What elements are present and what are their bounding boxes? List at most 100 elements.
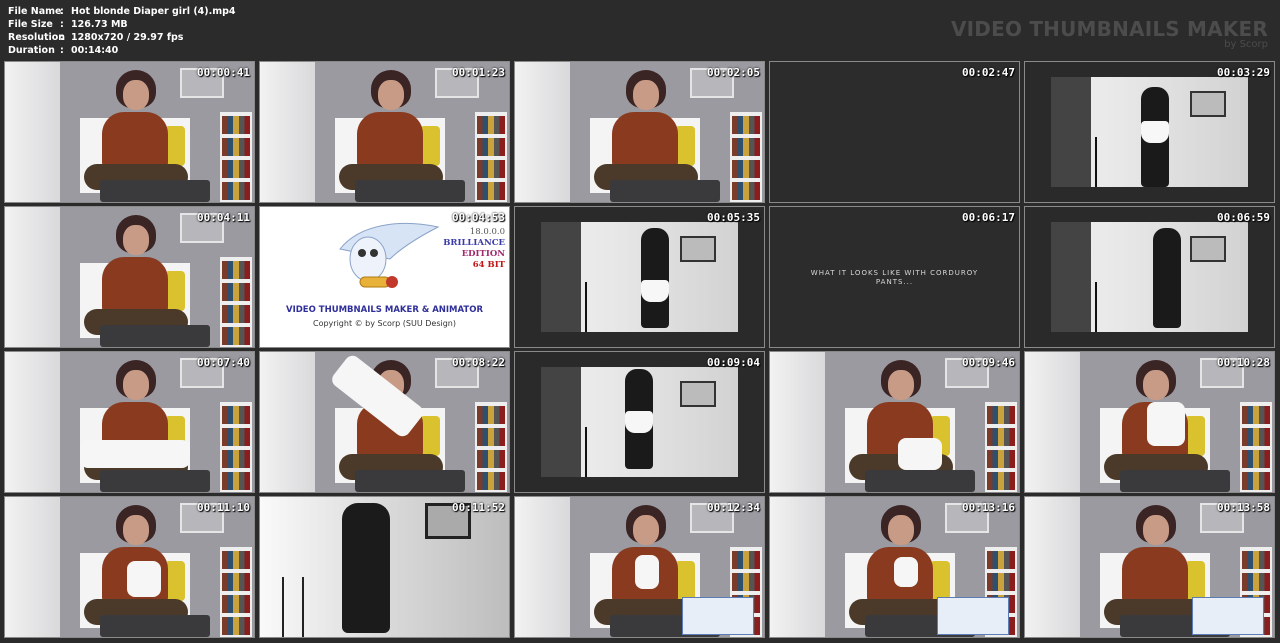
thumbnail[interactable]: 00:02:05: [514, 61, 765, 203]
edition-line-2: EDITION: [461, 249, 505, 259]
timestamp: 00:07:40: [197, 356, 250, 369]
thumbnail[interactable]: 00:13:16: [769, 496, 1020, 638]
video-frame: [1025, 62, 1274, 202]
thumbnail[interactable]: 00:00:41: [4, 61, 255, 203]
video-frame: [770, 497, 1019, 637]
laptop: [1120, 470, 1230, 492]
video-frame: [770, 62, 1019, 202]
thumbnail[interactable]: WHAT IT LOOKS LIKE WITH CORDUROY PANTS...…: [769, 206, 1020, 348]
video-frame: [260, 352, 509, 492]
caption-line-1: WHAT IT LOOKS LIKE WITH CORDUROY: [810, 269, 979, 277]
timestamp: 00:04:11: [197, 211, 250, 224]
diaper-package: [937, 597, 1009, 635]
video-frame: WHAT IT LOOKS LIKE WITH CORDUROY PANTS...: [770, 207, 1019, 347]
timestamp: 00:06:17: [962, 211, 1015, 224]
thumbnail[interactable]: 00:09:04: [514, 351, 765, 493]
thumbnail[interactable]: 00:11:52: [259, 496, 510, 638]
watermark-frame: 18.0.0.0 BRILLIANCE EDITION 64 BIT VIDEO THU…: [260, 207, 509, 347]
video-frame: [515, 62, 764, 202]
product-name: VIDEO THUMBNAILS MAKER & ANIMATOR: [286, 305, 483, 315]
timestamp: 00:01:23: [452, 66, 505, 79]
thumbnail[interactable]: 00:03:29: [1024, 61, 1275, 203]
thumbnail[interactable]: 00:01:23: [259, 61, 510, 203]
copyright-text: Copyright © by Scorp (SUU Design): [312, 319, 456, 328]
timestamp: 00:03:29: [1217, 66, 1270, 79]
diaper-package: [1192, 597, 1264, 635]
video-frame: [515, 497, 764, 637]
thumbnail[interactable]: 00:10:28: [1024, 351, 1275, 493]
edition-line-1: BRILLIANCE: [443, 238, 505, 248]
thumbnail[interactable]: 00:04:11: [4, 206, 255, 348]
resolution-value: 1280x720 / 29.97 fps: [71, 32, 184, 43]
thumbnail[interactable]: 00:05:35: [514, 206, 765, 348]
timestamp: 00:05:35: [707, 211, 760, 224]
duration-row: Duration : 00:14:40: [8, 44, 236, 57]
video-frame: [5, 207, 254, 347]
video-frame: [260, 62, 509, 202]
file-size-sep: :: [60, 19, 64, 30]
laptop: [355, 470, 465, 492]
timestamp: 00:08:22: [452, 356, 505, 369]
brand-watermark: VIDEO THUMBNAILS MAKER by Scorp: [951, 17, 1268, 50]
video-frame: [5, 497, 254, 637]
owl-logo-icon: [339, 222, 440, 288]
brand-title: VIDEO THUMBNAILS MAKER: [950, 17, 1268, 41]
timestamp: 00:11:52: [452, 501, 505, 514]
thumbnail[interactable]: 00:09:46: [769, 351, 1020, 493]
video-frame: [1025, 207, 1274, 347]
file-name-row: File Name : Hot blonde Diaper girl (4).m…: [8, 5, 236, 18]
video-frame: [515, 207, 764, 347]
info-header: File Name : Hot blonde Diaper girl (4).m…: [0, 0, 1280, 60]
laptop: [865, 470, 975, 492]
laptop: [610, 180, 720, 202]
thumbnail[interactable]: 00:12:34: [514, 496, 765, 638]
duration-key: Duration: [8, 45, 55, 56]
thumbnail[interactable]: 18.0.0.0 BRILLIANCE EDITION 64 BIT VIDEO THU…: [259, 206, 510, 348]
duration-sep: :: [60, 45, 64, 56]
laptop: [100, 470, 210, 492]
duration-value: 00:14:40: [71, 45, 119, 56]
timestamp: 00:00:41: [197, 66, 250, 79]
timestamp: 00:13:16: [962, 501, 1015, 514]
file-info: File Name : Hot blonde Diaper girl (4).m…: [8, 5, 236, 57]
video-frame: [5, 352, 254, 492]
video-frame: [1025, 497, 1274, 637]
timestamp: 00:06:59: [1217, 211, 1270, 224]
video-frame: [515, 352, 764, 492]
timestamp: 00:11:10: [197, 501, 250, 514]
video-frame: [770, 352, 1019, 492]
caption-line-2: PANTS...: [875, 278, 914, 286]
laptop: [100, 325, 210, 347]
laptop: [100, 180, 210, 202]
thumbnail[interactable]: 00:08:22: [259, 351, 510, 493]
timestamp: 00:04:53: [452, 211, 505, 224]
laptop: [100, 615, 210, 637]
timestamp: 00:09:04: [707, 356, 760, 369]
thumbnail[interactable]: 00:11:10: [4, 496, 255, 638]
video-frame: [260, 497, 509, 637]
file-size-key: File Size: [8, 19, 53, 30]
timestamp: 00:12:34: [707, 501, 760, 514]
thumbnail[interactable]: 00:07:40: [4, 351, 255, 493]
thumbnail-grid: 00:00:41 00:01:23 00:02:05 00:02:47 00:03:29…: [4, 61, 1277, 641]
file-name-value: Hot blonde Diaper girl (4).mp4: [71, 6, 236, 17]
timestamp: 00:13:58: [1217, 501, 1270, 514]
timestamp: 00:02:47: [962, 66, 1015, 79]
file-size-value: 126.73 MB: [71, 19, 128, 30]
video-frame: [5, 62, 254, 202]
resolution-key: Resolution: [8, 32, 66, 43]
tripod: [282, 577, 304, 637]
file-size-row: File Size : 126.73 MB: [8, 18, 236, 31]
diaper-package: [682, 597, 754, 635]
timestamp: 00:10:28: [1217, 356, 1270, 369]
resolution-row: Resolution : 1280x720 / 29.97 fps: [8, 31, 236, 44]
thumbnail[interactable]: 00:06:59: [1024, 206, 1275, 348]
version-text: 18.0.0.0: [469, 227, 505, 237]
file-name-sep: :: [60, 6, 64, 17]
thumbnail[interactable]: 00:13:58: [1024, 496, 1275, 638]
bits-text: 64 BIT: [472, 260, 505, 270]
timestamp: 00:09:46: [962, 356, 1015, 369]
video-frame: [1025, 352, 1274, 492]
thumbnail[interactable]: 00:02:47: [769, 61, 1020, 203]
file-name-key: File Name: [8, 6, 62, 17]
